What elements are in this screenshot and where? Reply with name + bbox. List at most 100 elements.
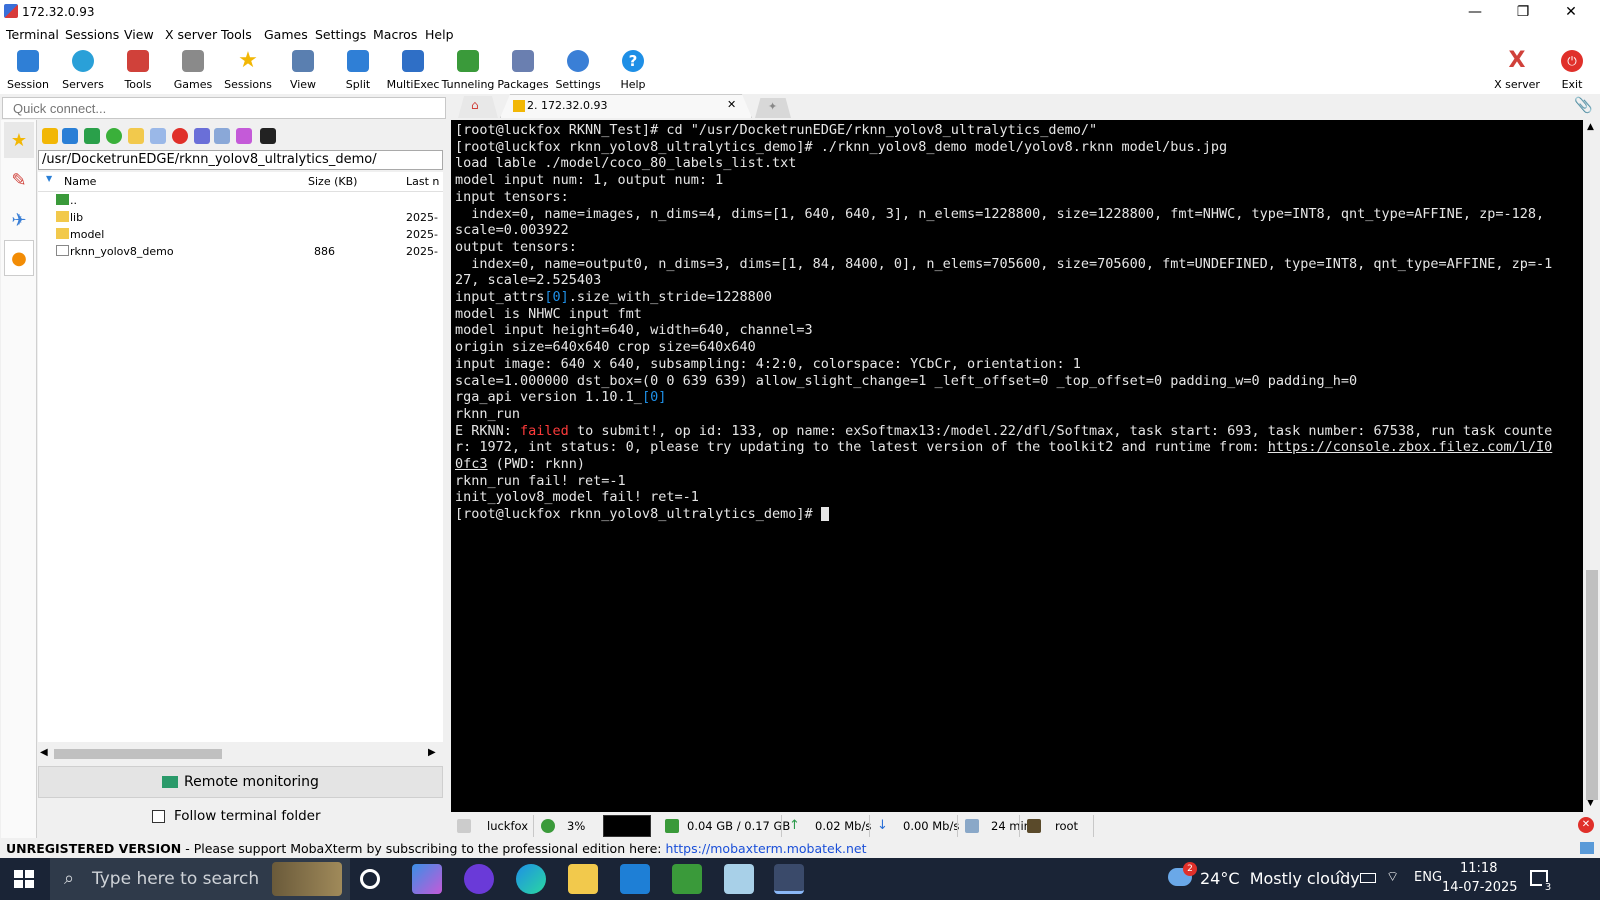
tab-close-icon[interactable]: ✕ — [727, 98, 736, 111]
file-row-demo[interactable]: rknn_yolov8_demo 886 2025- — [38, 243, 443, 260]
power-icon: ⏻ — [1561, 50, 1583, 72]
properties-icon[interactable] — [214, 128, 230, 144]
scroll-up-icon[interactable]: ▲ — [1587, 122, 1594, 132]
cpu-graph — [603, 815, 651, 837]
toolbar-session-button[interactable]: Session — [1, 48, 55, 94]
toolbar-tunneling-button[interactable]: Tunneling — [441, 48, 495, 94]
clock-time[interactable]: 11:18 — [1460, 861, 1497, 876]
app-icon[interactable] — [464, 864, 494, 894]
file-row-parent[interactable]: .. — [38, 192, 443, 209]
app-green-icon[interactable] — [672, 864, 702, 894]
file-icon — [56, 245, 69, 256]
scroll-right-icon[interactable]: ▶ — [428, 747, 436, 758]
terminal-scroll-thumb[interactable] — [1586, 570, 1598, 800]
sftp-horizontal-scrollbar[interactable]: ◀ ▶ — [38, 746, 443, 762]
sftp-tab-icon[interactable]: ● — [4, 240, 34, 276]
menu-games[interactable]: Games — [264, 27, 308, 42]
task-view-icon[interactable] — [360, 869, 380, 889]
menu-view[interactable]: View — [124, 27, 154, 42]
terminal-text: (PWD: rknn) — [487, 456, 586, 473]
scroll-left-icon[interactable]: ◀ — [40, 747, 48, 758]
attach-icon[interactable]: 📎 — [1574, 96, 1593, 114]
unregistered-message: - Please support MobaXterm by subscribin… — [181, 841, 666, 856]
menu-tools[interactable]: Tools — [221, 27, 252, 42]
help-icon: ? — [622, 50, 644, 72]
session-tab-active[interactable]: 2. 172.32.0.93 ✕ — [500, 94, 752, 118]
toolbar-sessions-button[interactable]: ★ Sessions — [221, 48, 275, 94]
plus-icon: ✦ — [768, 100, 778, 113]
menu-terminal[interactable]: Terminal — [6, 27, 59, 42]
toolbar-packages-button[interactable]: Packages — [496, 48, 550, 94]
scroll-thumb[interactable] — [54, 749, 222, 759]
toolbar-games-button[interactable]: Games — [166, 48, 220, 94]
remote-monitoring-button[interactable]: Remote monitoring — [38, 766, 443, 798]
terminal-text: 27, scale=2.525403 — [455, 272, 602, 289]
tray-expand-icon[interactable]: ^ — [1334, 869, 1346, 885]
toolbar-multiexec-button[interactable]: MultiExec — [386, 48, 440, 94]
terminal-icon[interactable] — [260, 128, 276, 144]
rename-icon[interactable] — [194, 128, 210, 144]
toolbar-exit-button[interactable]: ⏻ Exit — [1545, 48, 1599, 94]
tools-tab-icon[interactable]: ✎ — [4, 162, 34, 198]
file-row-lib[interactable]: lib 2025- — [38, 209, 443, 226]
file-row-model[interactable]: model 2025- — [38, 226, 443, 243]
toolbar-split-button[interactable]: Split — [331, 48, 385, 94]
monitor-tray-icon[interactable] — [1580, 842, 1594, 854]
toolbar-servers-button[interactable]: Servers — [56, 48, 110, 94]
disconnect-icon[interactable]: ✕ — [1578, 817, 1594, 833]
terminal-output[interactable]: [root@luckfox RKNN_Test]# cd "/usr/Docke… — [451, 120, 1583, 812]
clock-date[interactable]: 14-07-2025 — [1442, 880, 1518, 895]
mobaxterm-taskbar-icon[interactable] — [774, 864, 804, 894]
upload-icon[interactable] — [84, 128, 100, 144]
file-explorer-icon[interactable] — [568, 864, 598, 894]
windows-start-icon[interactable] — [10, 866, 38, 892]
minimize-button[interactable]: — — [1452, 0, 1498, 24]
file-date: 2025- — [406, 245, 438, 258]
toolbar-settings-button[interactable]: Settings — [551, 48, 605, 94]
new-tab-button[interactable]: ✦ — [755, 98, 791, 118]
terminal-text: scale=0.003922 — [455, 222, 569, 239]
taskbar-search-box[interactable]: ⌕ Type here to search — [50, 858, 350, 900]
menu-macros[interactable]: Macros — [373, 27, 417, 42]
menu-xserver[interactable]: X server — [165, 27, 217, 42]
language-indicator[interactable]: ENG — [1414, 870, 1442, 885]
menu-settings[interactable]: Settings — [315, 27, 366, 42]
column-name[interactable]: Name — [64, 175, 96, 188]
refresh-icon[interactable] — [106, 128, 122, 144]
column-last-modified[interactable]: Last n — [406, 175, 439, 188]
battery-icon[interactable] — [1360, 873, 1376, 883]
terminal-text[interactable]: https://console.zbox.filez.com/l/I0 — [1268, 439, 1552, 455]
terminal-text[interactable]: 0fc3 — [455, 456, 488, 472]
toolbar-label: Servers — [62, 78, 104, 91]
macros-tab-icon[interactable]: ✈ — [4, 202, 34, 238]
home-tab[interactable]: ⌂ — [458, 96, 498, 118]
column-size[interactable]: Size (KB) — [308, 175, 357, 188]
sessions-star-icon[interactable]: ★ — [4, 122, 34, 158]
status-bar: luckfox 3% 0.04 GB / 0.17 GB ↑ 0.02 Mb/s … — [451, 812, 1600, 838]
copilot-icon[interactable] — [412, 864, 442, 894]
toolbar-view-button[interactable]: View — [276, 48, 330, 94]
toolbar-xserver-button[interactable]: X X server — [1490, 48, 1544, 94]
download-icon[interactable] — [62, 128, 78, 144]
delete-icon[interactable] — [172, 128, 188, 144]
quick-connect-input[interactable] — [2, 97, 446, 119]
close-button[interactable]: ✕ — [1548, 0, 1594, 24]
toolbar-tools-button[interactable]: Tools — [111, 48, 165, 94]
menu-help[interactable]: Help — [425, 27, 454, 42]
sftp-path-field[interactable]: /usr/DocketrunEDGE/rknn_yolov8_ultralyti… — [38, 150, 443, 170]
follow-terminal-checkbox[interactable] — [152, 810, 165, 823]
up-folder-icon[interactable] — [42, 128, 58, 144]
new-file-icon[interactable] — [150, 128, 166, 144]
edge-browser-icon[interactable] — [516, 864, 546, 894]
menu-sessions[interactable]: Sessions — [65, 27, 119, 42]
vscode-icon[interactable] — [620, 864, 650, 894]
maximize-button[interactable]: ❐ — [1500, 0, 1546, 24]
app-blue-icon[interactable] — [724, 864, 754, 894]
mobaxterm-link[interactable]: https://mobaxterm.mobatek.net — [665, 841, 866, 856]
status-divider — [1019, 815, 1020, 837]
wifi-icon[interactable]: ⌔ — [1386, 868, 1399, 886]
toolbar-help-button[interactable]: ? Help — [606, 48, 660, 94]
star-icon: ★ — [238, 48, 258, 73]
new-folder-icon[interactable] — [128, 128, 144, 144]
edit-icon[interactable] — [236, 128, 252, 144]
